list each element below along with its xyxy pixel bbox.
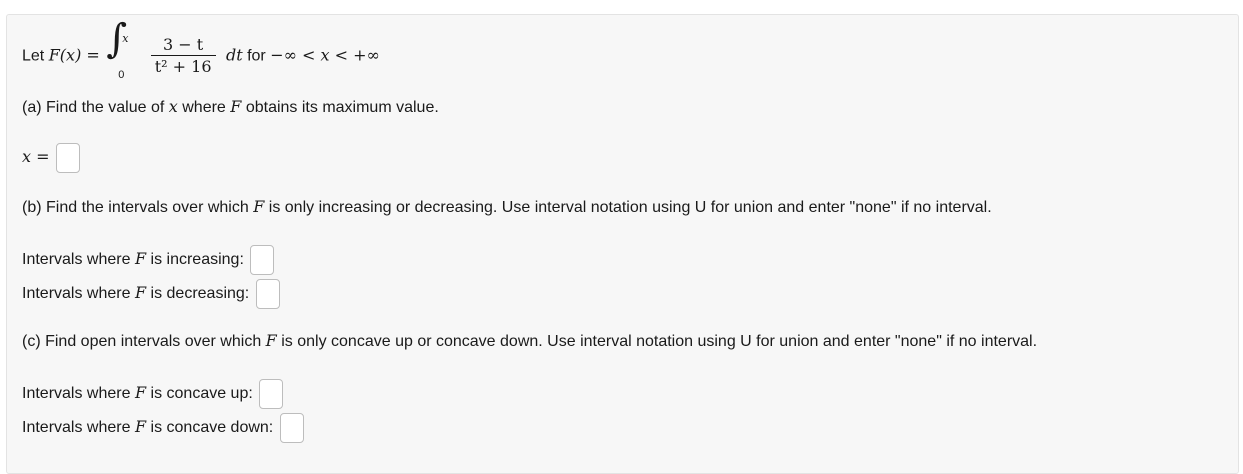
decreasing-fvar: F bbox=[134, 283, 147, 303]
concave-down-intervals-input[interactable] bbox=[279, 413, 304, 443]
part-c-text-1: (c) Find open intervals over which bbox=[22, 333, 262, 350]
part-b-question: (b) Find the intervals over which F is o… bbox=[22, 197, 992, 218]
part-c-fvar: F bbox=[265, 331, 277, 350]
decreasing-row: Intervals where F is decreasing: bbox=[22, 279, 280, 309]
integral-upper-limit: x bbox=[122, 31, 129, 45]
concave-up-intervals-input[interactable] bbox=[259, 379, 284, 409]
concave-up-fvar: F bbox=[134, 383, 147, 403]
part-a-question: (a) Find the value of x where F obtains … bbox=[22, 97, 439, 118]
differential: dt bbox=[225, 45, 243, 65]
question-card: Let F(x) = ∫ x 0 3 − t t² + 16 dt for −∞… bbox=[6, 14, 1239, 474]
part-a-text-3: obtains its maximum value. bbox=[245, 99, 439, 116]
concave-down-label-suffix: is concave down: bbox=[150, 419, 274, 437]
integrand-numerator: 3 − t bbox=[150, 35, 216, 56]
for-word: for bbox=[247, 47, 266, 65]
decreasing-label-suffix: is decreasing: bbox=[150, 285, 250, 303]
function-name: F(x) = bbox=[48, 45, 100, 65]
concave-down-row: Intervals where F is concave down: bbox=[22, 413, 304, 443]
decreasing-label-prefix: Intervals where bbox=[22, 285, 131, 303]
increasing-fvar: F bbox=[134, 249, 147, 269]
part-a-fvar: F bbox=[230, 97, 242, 116]
concave-up-row: Intervals where F is concave up: bbox=[22, 379, 284, 409]
integral-sign: ∫ x 0 bbox=[104, 19, 140, 81]
increasing-label-suffix: is increasing: bbox=[150, 251, 244, 269]
part-b-text-2: is only increasing or decreasing. Use in… bbox=[268, 199, 992, 216]
x-max-answer-input[interactable] bbox=[55, 143, 80, 173]
concave-down-fvar: F bbox=[134, 417, 147, 437]
integrand-fraction: 3 − t t² + 16 bbox=[150, 35, 216, 78]
decreasing-intervals-input[interactable] bbox=[255, 279, 280, 309]
part-a-text-1: (a) Find the value of bbox=[22, 99, 165, 116]
increasing-label-prefix: Intervals where bbox=[22, 251, 131, 269]
integrand-denominator: t² + 16 bbox=[154, 57, 212, 76]
integral-lower-limit: 0 bbox=[118, 68, 125, 81]
increasing-row: Intervals where F is increasing: bbox=[22, 245, 275, 275]
part-c-text-2: is only concave up or concave down. Use … bbox=[281, 333, 1038, 350]
concave-up-label-suffix: is concave up: bbox=[150, 385, 253, 403]
part-c-question: (c) Find open intervals over which F is … bbox=[22, 331, 1037, 352]
domain-condition: −∞ < x < +∞ bbox=[270, 45, 380, 65]
intro-prefix: Let bbox=[22, 47, 45, 65]
function-definition: Let F(x) = ∫ x 0 3 − t t² + 16 dt for −∞… bbox=[22, 19, 380, 81]
part-a-var: x bbox=[168, 97, 178, 116]
concave-down-label-prefix: Intervals where bbox=[22, 419, 131, 437]
concave-up-label-prefix: Intervals where bbox=[22, 385, 131, 403]
part-b-text-1: (b) Find the intervals over which bbox=[22, 199, 249, 216]
increasing-intervals-input[interactable] bbox=[250, 245, 275, 275]
x-equals-label: x = bbox=[22, 147, 50, 167]
part-a-answer-row: x = bbox=[22, 143, 80, 173]
part-a-text-2: where bbox=[182, 99, 226, 116]
part-b-fvar: F bbox=[253, 197, 265, 216]
